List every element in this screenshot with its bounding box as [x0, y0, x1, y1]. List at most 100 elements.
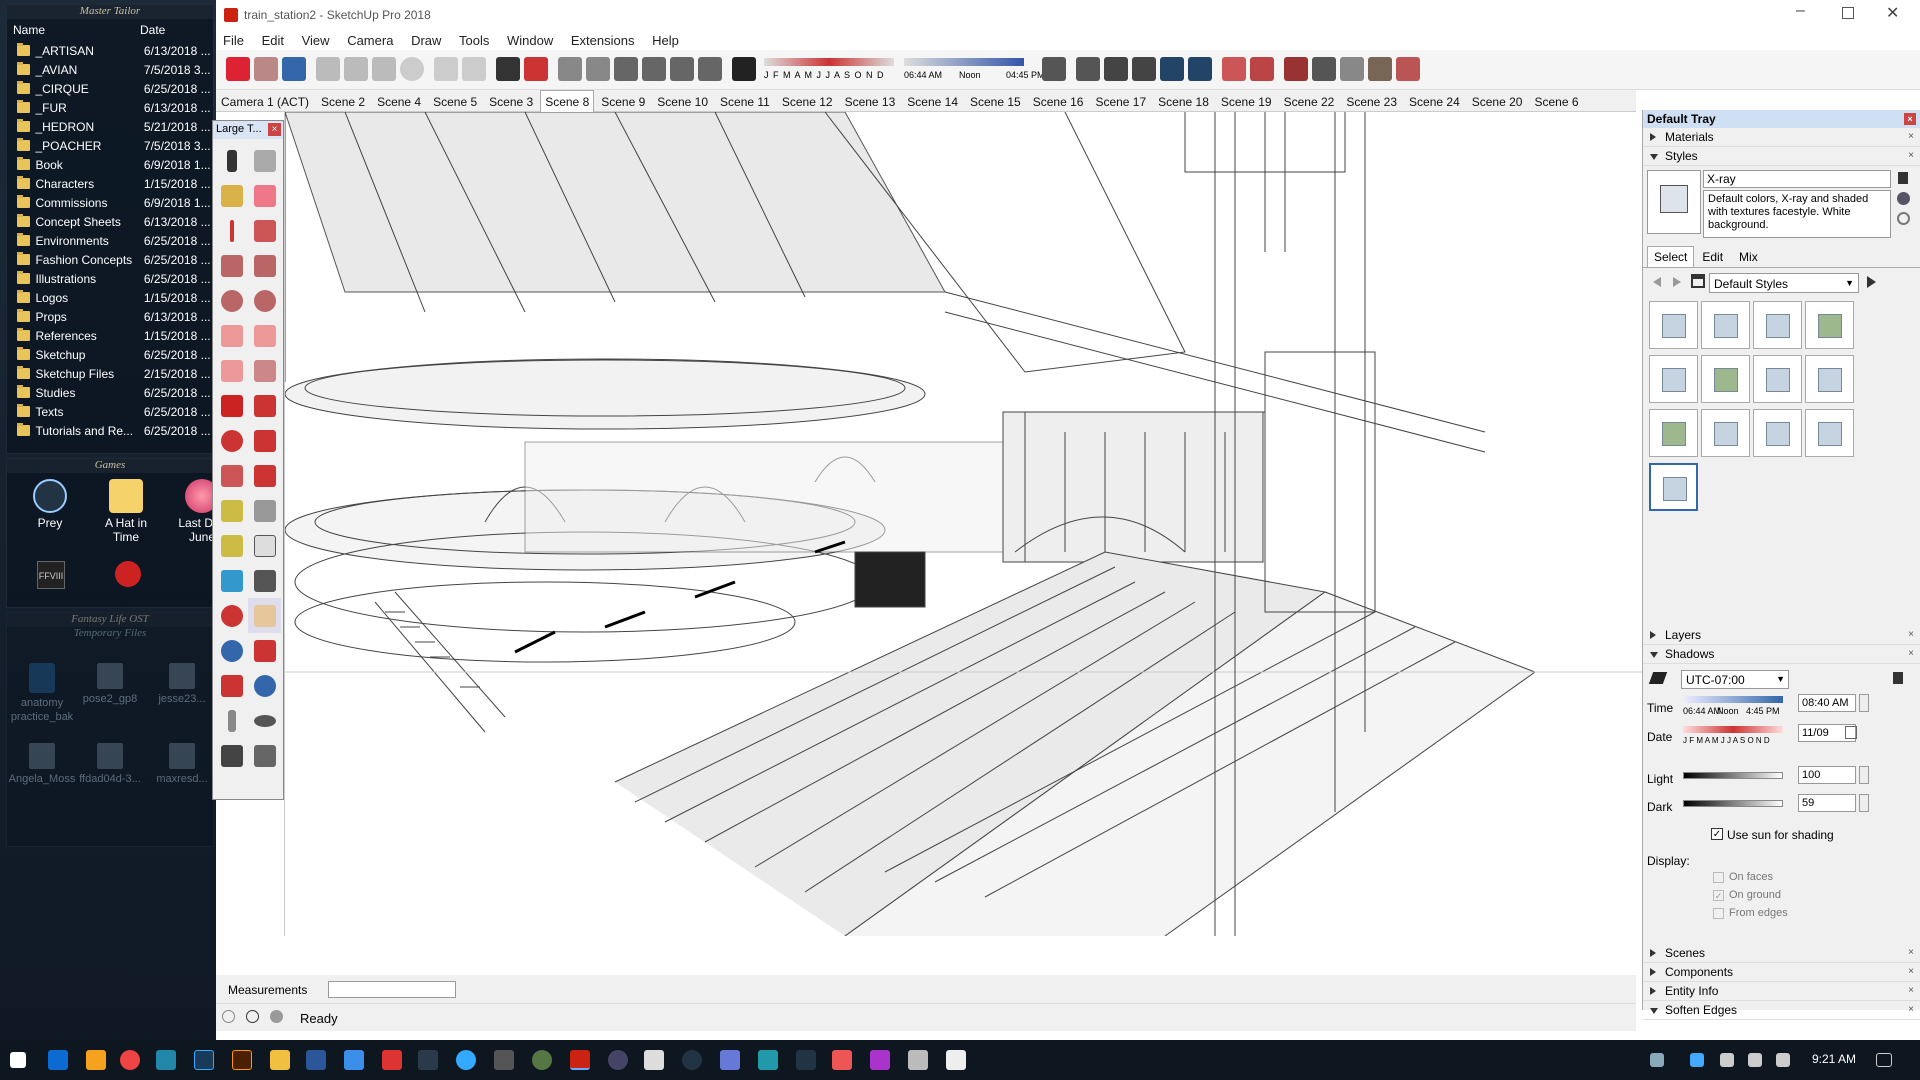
time-spinner[interactable] — [1859, 694, 1869, 712]
temp-file[interactable]: ffdad04d-3... — [75, 743, 145, 786]
dark-input[interactable] — [1798, 794, 1856, 812]
word-icon[interactable] — [306, 1050, 326, 1070]
close-icon[interactable]: × — [1908, 985, 1914, 996]
geo-location-icon[interactable] — [222, 1010, 235, 1023]
text-tool[interactable] — [248, 528, 281, 563]
look-around-tool[interactable] — [248, 703, 281, 738]
strawberry-icon[interactable] — [115, 561, 141, 587]
steam-icon[interactable] — [682, 1050, 702, 1070]
section-styles[interactable]: Styles × — [1643, 147, 1920, 166]
front-view-icon[interactable] — [614, 57, 638, 81]
eraser-tool[interactable] — [248, 178, 281, 213]
light-spinner[interactable] — [1859, 766, 1869, 784]
dimension-tool[interactable] — [248, 493, 281, 528]
style-thumb[interactable] — [1753, 301, 1802, 349]
monochrome-style-icon[interactable] — [1188, 57, 1212, 81]
close-icon[interactable]: × — [268, 123, 281, 136]
walk-tool[interactable] — [215, 738, 248, 773]
style-thumb[interactable] — [1805, 301, 1854, 349]
scene-tab[interactable]: Scene 24 — [1404, 90, 1465, 113]
calendar-icon[interactable] — [1845, 726, 1857, 739]
rotated-rectangle-tool[interactable] — [248, 248, 281, 283]
app-icon[interactable] — [908, 1050, 928, 1070]
folder-item[interactable]: Studies 6/25/2018 ... — [7, 383, 213, 402]
style-thumb[interactable] — [1805, 409, 1854, 457]
light-input[interactable] — [1798, 766, 1856, 784]
scene-tab[interactable]: Scene 11 — [715, 90, 775, 113]
previous-view-tool[interactable] — [248, 668, 281, 703]
redo-icon[interactable] — [462, 57, 486, 81]
spotify-icon[interactable] — [532, 1050, 552, 1070]
scene-tab[interactable]: Scene 10 — [652, 90, 713, 113]
refresh-icon[interactable] — [1897, 212, 1910, 225]
folder-item[interactable]: Illustrations 6/25/2018 ... — [7, 269, 213, 288]
hidden-line-style-icon[interactable] — [1104, 57, 1128, 81]
scene-tab[interactable]: Scene 2 — [316, 90, 370, 113]
section-soften-edges[interactable]: Soften Edges × — [1643, 1001, 1920, 1020]
section-plane-icon[interactable] — [1222, 57, 1246, 81]
shaded-style-icon[interactable] — [1132, 57, 1156, 81]
details-arrow-icon[interactable] — [1867, 276, 1876, 288]
section-entity-info[interactable]: Entity Info × — [1643, 982, 1920, 1001]
style-name-input[interactable] — [1703, 170, 1891, 188]
close-icon[interactable]: × — [1904, 113, 1916, 125]
pan-tool[interactable] — [248, 598, 281, 633]
from-edges-checkbox[interactable] — [1713, 908, 1724, 919]
folder-item[interactable]: References 1/15/2018 ... — [7, 326, 213, 345]
folder-item[interactable]: _HEDRON 5/21/2018 ... — [7, 117, 213, 136]
section-layers[interactable]: Layers × — [1643, 626, 1920, 645]
style-thumb[interactable] — [1701, 301, 1750, 349]
folder-item[interactable]: Commissions 6/9/2018 1... — [7, 193, 213, 212]
app-icon[interactable] — [832, 1050, 852, 1070]
select-tool[interactable] — [215, 143, 248, 178]
section-components[interactable]: Components × — [1643, 963, 1920, 982]
user-icon[interactable] — [270, 1010, 283, 1023]
tray-icon[interactable] — [1650, 1053, 1664, 1067]
style-description[interactable]: Default colors, X-ray and shaded with te… — [1703, 190, 1891, 238]
menu-edit[interactable]: Edit — [255, 30, 291, 51]
maximize-button[interactable] — [1842, 7, 1854, 19]
game-prey[interactable]: Prey — [15, 479, 85, 530]
game-a-hat-in-time[interactable]: A Hat in Time — [91, 479, 161, 544]
minimize-button[interactable]: – — [1796, 2, 1805, 20]
wireframe-style-icon[interactable] — [1076, 57, 1100, 81]
style-thumb[interactable] — [1649, 355, 1698, 403]
create-style-icon[interactable] — [1897, 192, 1910, 205]
section-scenes[interactable]: Scenes × — [1643, 944, 1920, 963]
cut-icon[interactable] — [316, 57, 340, 81]
rotate-tool[interactable] — [215, 423, 248, 458]
tape-measure-tool[interactable] — [215, 493, 248, 528]
time-slider[interactable] — [1683, 696, 1783, 703]
col-name[interactable]: Name — [13, 23, 140, 37]
style-thumb-selected[interactable] — [1649, 463, 1698, 511]
home-icon[interactable] — [1691, 274, 1705, 288]
sketchbook-icon[interactable] — [418, 1050, 438, 1070]
temp-file[interactable]: anatomy practice_bak — [7, 663, 77, 724]
sandbox-icon[interactable] — [1284, 57, 1308, 81]
timezone-dropdown[interactable]: UTC-07:00 ▼ — [1681, 670, 1789, 689]
close-icon[interactable]: × — [1908, 1004, 1914, 1015]
light-slider[interactable] — [1683, 772, 1783, 779]
credits-icon[interactable] — [246, 1010, 259, 1023]
open-icon[interactable] — [254, 57, 278, 81]
section-materials[interactable]: Materials × — [1643, 128, 1920, 147]
polygon-tool[interactable] — [248, 283, 281, 318]
app-icon[interactable] — [758, 1050, 778, 1070]
time-input[interactable] — [1798, 694, 1856, 712]
temp-file[interactable]: maxresd... — [147, 743, 216, 786]
style-thumb[interactable] — [1649, 409, 1698, 457]
3d-text-tool[interactable] — [248, 563, 281, 598]
terrain-icon[interactable] — [1312, 57, 1336, 81]
scene-tab[interactable]: Scene 8 — [540, 90, 595, 112]
folder-item[interactable]: _AVIAN 7/5/2018 3... — [7, 60, 213, 79]
scene-tab[interactable]: Scene 9 — [596, 90, 650, 113]
folder-item[interactable]: _FUR 6/13/2018 ... — [7, 98, 213, 117]
model-info-icon[interactable] — [524, 57, 548, 81]
copy-icon[interactable] — [344, 57, 368, 81]
line-tool[interactable] — [215, 213, 248, 248]
ffviii-icon[interactable]: FFVIII — [37, 561, 65, 589]
pen-app-icon[interactable] — [156, 1050, 176, 1070]
menu-camera[interactable]: Camera — [340, 30, 400, 51]
col-date[interactable]: Date — [140, 23, 165, 37]
top-view-icon[interactable] — [586, 57, 610, 81]
